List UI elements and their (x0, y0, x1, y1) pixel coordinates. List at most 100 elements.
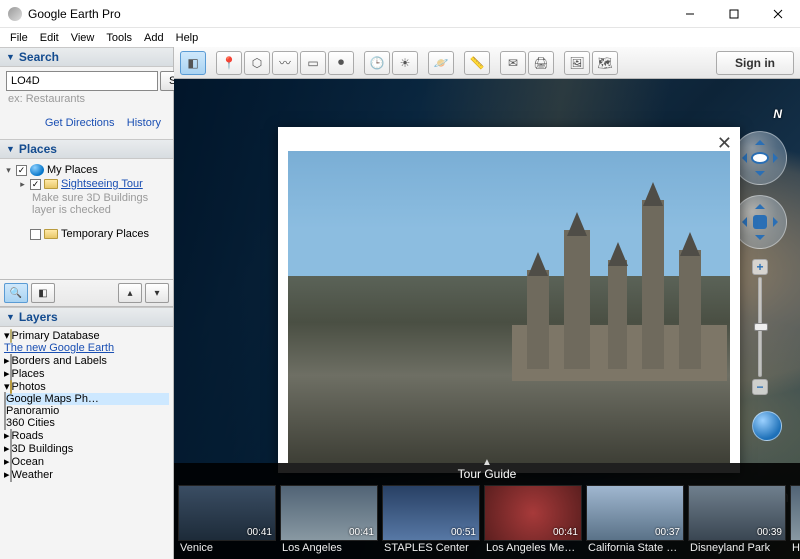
menu-view[interactable]: View (65, 31, 101, 45)
zoom-in-button[interactable]: + (752, 259, 768, 275)
tour-thumbnail[interactable]: 00:51STAPLES Center (382, 485, 480, 555)
layer-item[interactable]: ▸Places (4, 367, 169, 380)
search-panel-title: Search (19, 50, 59, 64)
toolbar-email-button[interactable]: ✉ (500, 51, 526, 75)
toolbar-view-in-maps-button[interactable]: 🗺 (592, 51, 618, 75)
layer-item[interactable]: ▸Roads (4, 429, 169, 442)
tour-guide-header[interactable]: ▲ Tour Guide (174, 463, 800, 483)
tour-thumbnail[interactable]: 00:41Los Angeles (280, 485, 378, 555)
places-toolbar: 🔍 ◧ ▴ ▾ (0, 279, 173, 307)
menu-help[interactable]: Help (170, 31, 205, 45)
layer-item-label: Roads (12, 430, 44, 442)
places-move-up-button[interactable]: ▴ (118, 283, 142, 303)
tour-thumbnail[interactable]: 00:41Venice (178, 485, 276, 555)
toolbar-placemark-button[interactable]: 📍 (216, 51, 242, 75)
pan-down-icon[interactable] (755, 235, 765, 245)
search-panel-header[interactable]: ▼ Search (0, 47, 173, 67)
look-joystick[interactable] (733, 131, 787, 185)
menu-add[interactable]: Add (138, 31, 170, 45)
pan-right-icon[interactable] (773, 217, 783, 227)
menu-file[interactable]: File (4, 31, 34, 45)
toolbar-print-button[interactable]: 🖨 (528, 51, 554, 75)
layer-item[interactable]: ▸Weather (4, 468, 169, 481)
layer-item[interactable]: ▸3D Buildings (4, 442, 169, 455)
tree-expander-icon[interactable] (18, 230, 27, 239)
tree-item-hint: Make sure 3D Buildings layer is checked (32, 192, 169, 216)
tour-thumbnail[interactable]: 00:41Los Angeles Memori… (484, 485, 582, 555)
tour-thumbnail-image: 00:39 (688, 485, 786, 541)
tree-expander-icon[interactable]: ▾ (4, 330, 10, 342)
get-directions-link[interactable]: Get Directions (45, 117, 115, 129)
checkbox[interactable] (16, 165, 27, 176)
zoom-thumb[interactable] (754, 323, 768, 331)
toolbar-planets-button[interactable]: 🪐 (428, 51, 454, 75)
tour-thumbnail-image: 00:51 (382, 485, 480, 541)
places-panel-toggle-button[interactable]: ◧ (31, 283, 55, 303)
tree-expander-icon[interactable]: ▸ (4, 368, 10, 380)
places-my-places[interactable]: ▾ My Places (4, 163, 169, 177)
window-close-button[interactable] (756, 0, 800, 27)
tree-expander-icon[interactable]: ▸ (4, 469, 10, 481)
look-down-icon[interactable] (755, 171, 765, 181)
layer-item[interactable]: ▾Primary Database (4, 329, 169, 342)
places-temporary-places[interactable]: Temporary Places (4, 227, 169, 241)
layers-panel-header[interactable]: ▼ Layers (0, 307, 173, 327)
menubar: File Edit View Tools Add Help (0, 28, 800, 47)
tree-expander-icon[interactable]: ▸ (4, 443, 10, 455)
layer-item[interactable]: ▾Photos (4, 380, 169, 393)
toolbar-ruler-button[interactable]: 📏 (464, 51, 490, 75)
layers-panel-title: Layers (19, 310, 58, 324)
tour-thumbnail[interactable]: 00:39Disneyland Park (688, 485, 786, 555)
zoom-track[interactable] (758, 277, 762, 377)
layer-item[interactable]: 360 Cities (4, 417, 169, 429)
window-title: Google Earth Pro (28, 7, 668, 21)
layer-item[interactable]: The new Google Earth (4, 342, 169, 354)
tree-expander-icon[interactable]: ▾ (4, 166, 13, 175)
toolbar-historical-imagery-button[interactable]: 🕒 (364, 51, 390, 75)
layer-item-label: 360 Cities (6, 417, 55, 429)
toolbar-sidebar-toggle[interactable]: ◧ (180, 51, 206, 75)
tree-expander-icon[interactable]: ▸ (18, 180, 27, 189)
earth-overview-icon[interactable] (752, 411, 782, 441)
layer-item[interactable]: ▸Ocean (4, 455, 169, 468)
look-right-icon[interactable] (773, 153, 783, 163)
places-search-button[interactable]: 🔍 (4, 283, 28, 303)
menu-tools[interactable]: Tools (100, 31, 138, 45)
look-up-icon[interactable] (755, 135, 765, 145)
hand-icon (753, 215, 767, 229)
window-minimize-button[interactable] (668, 0, 712, 27)
tour-thumbnail[interactable]: Hollywo… (790, 485, 800, 555)
sign-in-button[interactable]: Sign in (716, 51, 794, 75)
toolbar-save-image-button[interactable]: 🖼 (564, 51, 590, 75)
tree-expander-icon[interactable]: ▸ (4, 430, 10, 442)
pan-up-icon[interactable] (755, 199, 765, 209)
tour-thumbnail[interactable]: 00:37California State Uni… (586, 485, 684, 555)
search-input[interactable] (6, 71, 158, 91)
checkbox[interactable] (30, 179, 41, 190)
map-viewport[interactable]: N + − (174, 79, 800, 559)
toolbar-record-tour-button[interactable]: ⏺ (328, 51, 354, 75)
menu-edit[interactable]: Edit (34, 31, 65, 45)
places-move-down-button[interactable]: ▾ (145, 283, 169, 303)
window-maximize-button[interactable] (712, 0, 756, 27)
toolbar-image-overlay-button[interactable]: ▭ (300, 51, 326, 75)
tour-duration: 00:39 (757, 527, 782, 538)
tree-expander-icon[interactable]: ▸ (4, 456, 10, 468)
history-link[interactable]: History (127, 117, 161, 129)
layer-item[interactable]: Google Maps Ph… (4, 393, 169, 405)
toolbar-sunlight-button[interactable]: ☀ (392, 51, 418, 75)
places-sightseeing-tour[interactable]: ▸ Sightseeing Tour (4, 177, 169, 191)
globe-icon (30, 164, 44, 176)
tour-thumbnail-label: Los Angeles (280, 541, 378, 555)
layer-item[interactable]: Panoramio (4, 405, 169, 417)
popup-photo[interactable] (288, 151, 730, 463)
toolbar-path-button[interactable]: 〰 (272, 51, 298, 75)
places-panel-title: Places (19, 142, 57, 156)
layer-item[interactable]: ▸Borders and Labels (4, 354, 169, 367)
move-joystick[interactable] (733, 195, 787, 249)
zoom-out-button[interactable]: − (752, 379, 768, 395)
toolbar-polygon-button[interactable]: ⬡ (244, 51, 270, 75)
tree-expander-icon[interactable]: ▸ (4, 355, 10, 367)
checkbox[interactable] (30, 229, 41, 240)
places-panel-header[interactable]: ▼ Places (0, 139, 173, 159)
